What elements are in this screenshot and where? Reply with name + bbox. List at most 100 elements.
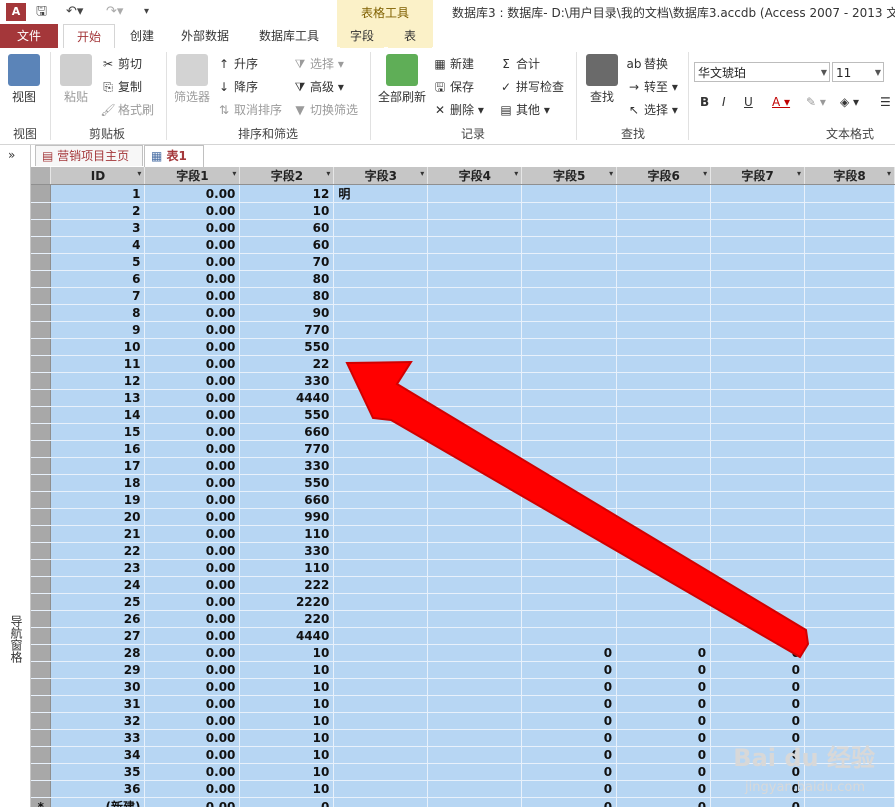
table-cell[interactable] — [804, 202, 895, 220]
table-cell[interactable]: 0 — [710, 712, 806, 730]
table-cell[interactable]: 0.00 — [144, 678, 241, 696]
table-cell[interactable] — [616, 576, 712, 594]
copy-button[interactable]: ⎘ 复制 — [100, 77, 142, 97]
remove-sort-button[interactable]: ⇅ 取消排序 — [216, 100, 282, 120]
column-dropdown-icon[interactable]: ▾ — [232, 169, 236, 178]
table-cell[interactable]: 0 — [521, 797, 618, 807]
table-cell[interactable] — [521, 338, 618, 356]
table-cell[interactable] — [521, 236, 618, 254]
table-cell[interactable] — [427, 338, 523, 356]
record-selector[interactable] — [31, 355, 52, 373]
table-cell[interactable] — [710, 270, 806, 288]
table-row[interactable]: 20 0.00 990 — [31, 508, 895, 526]
table-cell[interactable] — [804, 644, 895, 662]
table-cell[interactable] — [710, 389, 806, 407]
table-row[interactable]: 10 0.00 550 — [31, 338, 895, 356]
table-cell[interactable] — [333, 253, 429, 271]
column-dropdown-icon[interactable]: ▾ — [703, 169, 707, 178]
customize-qat-icon[interactable]: ▾ — [144, 3, 149, 21]
table-cell[interactable] — [804, 797, 895, 807]
table-cell[interactable]: 0 — [521, 644, 618, 662]
table-cell[interactable]: 0.00 — [144, 746, 241, 764]
tab-external-data[interactable]: 外部数据 — [172, 24, 238, 48]
table-cell[interactable] — [804, 321, 895, 339]
record-selector[interactable] — [31, 253, 52, 271]
table-cell[interactable] — [333, 695, 429, 713]
table-cell[interactable] — [333, 321, 429, 339]
table-cell[interactable] — [804, 712, 895, 730]
table-cell[interactable] — [710, 508, 806, 526]
table-cell[interactable] — [333, 593, 429, 611]
table-cell[interactable] — [333, 338, 429, 356]
doc-tab-marketing-home[interactable]: ▤ 营销项目主页 — [35, 145, 143, 166]
table-cell[interactable] — [427, 712, 523, 730]
table-cell[interactable]: 0 — [616, 695, 712, 713]
table-cell[interactable] — [710, 440, 806, 458]
table-cell[interactable] — [427, 627, 523, 645]
table-cell[interactable] — [333, 440, 429, 458]
table-row[interactable]: 1 0.00 12 明 — [31, 184, 895, 203]
table-cell[interactable] — [333, 508, 429, 526]
table-cell[interactable] — [804, 372, 895, 390]
table-cell[interactable] — [804, 184, 895, 203]
table-cell[interactable] — [521, 372, 618, 390]
underline-button[interactable]: U — [744, 92, 753, 112]
view-button[interactable]: 视图 — [4, 54, 44, 105]
table-cell[interactable] — [710, 338, 806, 356]
table-cell[interactable] — [710, 559, 806, 577]
table-cell[interactable]: 35 — [50, 763, 146, 781]
table-cell[interactable] — [521, 406, 618, 424]
table-cell[interactable]: 4440 — [239, 627, 335, 645]
table-cell[interactable] — [710, 593, 806, 611]
table-cell[interactable] — [333, 287, 429, 305]
table-cell[interactable] — [521, 542, 618, 560]
more-button[interactable]: ▤ 其他 ▾ — [498, 100, 550, 120]
table-cell[interactable]: 9 — [50, 321, 146, 339]
table-cell[interactable]: 5 — [50, 253, 146, 271]
table-cell[interactable] — [333, 746, 429, 764]
table-cell[interactable]: 22 — [50, 542, 146, 560]
record-selector[interactable] — [31, 525, 52, 543]
table-cell[interactable] — [616, 236, 712, 254]
table-cell[interactable] — [333, 491, 429, 509]
record-selector[interactable] — [31, 627, 52, 645]
table-cell[interactable] — [427, 746, 523, 764]
table-cell[interactable] — [710, 219, 806, 237]
record-selector[interactable] — [31, 236, 52, 254]
table-cell[interactable]: 0.00 — [144, 593, 241, 611]
table-cell[interactable]: 0.00 — [144, 406, 241, 424]
table-cell[interactable] — [710, 202, 806, 220]
table-row[interactable]: 18 0.00 550 — [31, 474, 895, 492]
column-header[interactable]: 字段4 ▾ — [427, 167, 523, 185]
new-record-row[interactable]: * (新建) 0.00 0 0 0 0 — [31, 797, 895, 807]
sort-ascending-button[interactable]: ↑ 升序 — [216, 54, 258, 74]
table-cell[interactable]: 0 — [521, 695, 618, 713]
table-cell[interactable] — [333, 202, 429, 220]
table-cell[interactable] — [333, 236, 429, 254]
table-cell[interactable]: 36 — [50, 780, 146, 798]
font-size-combo[interactable]: 11 ▼ — [832, 62, 884, 82]
table-cell[interactable] — [804, 542, 895, 560]
table-cell[interactable] — [616, 219, 712, 237]
tab-fields[interactable]: 字段 — [340, 24, 384, 48]
table-row[interactable]: 31 0.00 10 0 0 0 — [31, 695, 895, 713]
table-cell[interactable] — [427, 406, 523, 424]
table-cell[interactable] — [710, 184, 806, 203]
table-row[interactable]: 19 0.00 660 — [31, 491, 895, 509]
table-cell[interactable] — [427, 763, 523, 781]
column-dropdown-icon[interactable]: ▾ — [797, 169, 801, 178]
table-cell[interactable]: 0.00 — [144, 712, 241, 730]
table-cell[interactable]: 21 — [50, 525, 146, 543]
table-row[interactable]: 15 0.00 660 — [31, 423, 895, 441]
table-cell[interactable] — [616, 389, 712, 407]
find-button[interactable]: 查找 — [582, 54, 622, 105]
table-cell[interactable] — [427, 202, 523, 220]
table-cell[interactable] — [427, 253, 523, 271]
table-cell[interactable] — [427, 576, 523, 594]
record-selector[interactable] — [31, 440, 52, 458]
table-cell[interactable]: 10 — [239, 202, 335, 220]
table-cell[interactable] — [427, 678, 523, 696]
table-cell[interactable]: 0 — [521, 661, 618, 679]
table-cell[interactable] — [333, 389, 429, 407]
table-cell[interactable]: 4440 — [239, 389, 335, 407]
